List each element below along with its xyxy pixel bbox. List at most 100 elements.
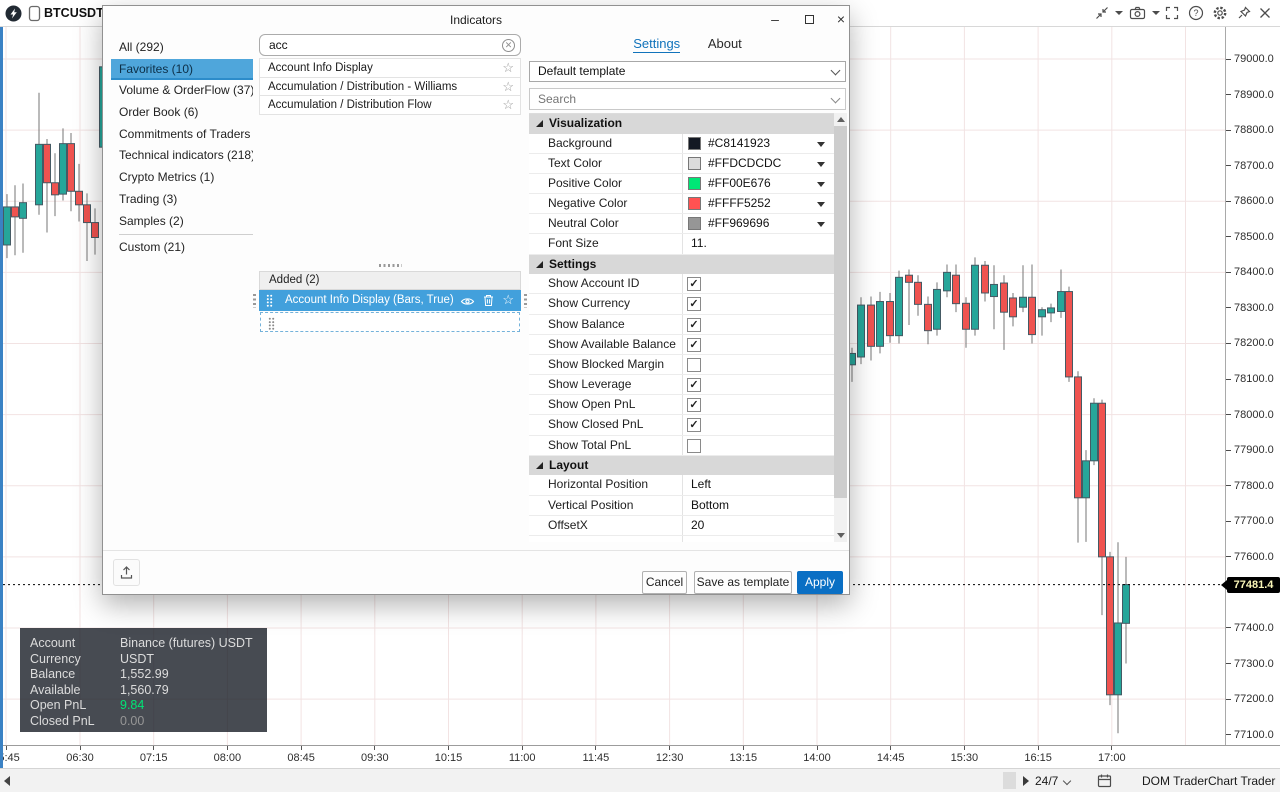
favorite-star-icon[interactable]: ☆	[502, 96, 514, 114]
checkbox[interactable]	[687, 439, 701, 453]
property-value[interactable]: ✓	[683, 415, 834, 434]
gear-icon[interactable]	[1212, 5, 1229, 22]
save-as-template-button[interactable]: Save as template	[694, 571, 792, 594]
dropdown-caret-icon[interactable]	[817, 182, 825, 187]
pin-icon[interactable]	[1236, 5, 1253, 22]
dialog-minimize-button[interactable]: –	[765, 11, 785, 28]
cancel-button[interactable]: Cancel	[642, 571, 687, 594]
property-value[interactable]: ✓	[683, 335, 834, 354]
added-indicator-row[interactable]: Account Info Display (Bars, True) ☆	[259, 290, 521, 311]
dropdown-caret-icon[interactable]	[817, 142, 825, 147]
property-value[interactable]	[683, 355, 834, 374]
favorite-star-icon[interactable]: ☆	[502, 59, 514, 77]
checkbox[interactable]	[687, 358, 701, 372]
checkbox[interactable]: ✓	[687, 277, 701, 291]
session-chevron-icon[interactable]	[1063, 777, 1071, 785]
category-item[interactable]: Custom (21)	[111, 237, 253, 259]
price-axis[interactable]: 79000.078900.078800.078700.078600.078500…	[1225, 27, 1280, 745]
collapse-dropdown-caret[interactable]	[1115, 11, 1123, 15]
scrollbar-down-icon[interactable]	[837, 533, 845, 538]
indicator-result-row[interactable]: Accumulation / Distribution Flow☆	[259, 95, 521, 115]
property-value[interactable]: ✓	[683, 294, 834, 313]
screenshot-dropdown-caret[interactable]	[1152, 11, 1160, 15]
checkbox[interactable]: ✓	[687, 338, 701, 352]
category-item[interactable]: All (292)	[111, 37, 253, 59]
time-axis[interactable]: 05:4506:3007:1508:0008:4509:3010:1511:00…	[0, 745, 1280, 768]
indicator-result-row[interactable]: Accumulation / Distribution - Williams☆	[259, 77, 521, 97]
property-value[interactable]	[683, 436, 834, 455]
splitter-grip-right[interactable]	[524, 294, 527, 308]
splitter-handle[interactable]	[379, 264, 402, 267]
dialog-maximize-button[interactable]	[799, 11, 819, 28]
property-value[interactable]: ✓	[683, 315, 834, 334]
category-item[interactable]: Commitments of Traders (4)	[111, 124, 253, 146]
property-label: Font Size	[529, 234, 683, 253]
indicator-result-row[interactable]: Account Info Display☆	[259, 58, 521, 78]
settings-search-input[interactable]	[529, 88, 846, 110]
close-window-icon[interactable]	[1257, 5, 1274, 22]
template-dropdown[interactable]: Default template	[529, 61, 846, 82]
tab-settings[interactable]: Settings	[633, 36, 680, 53]
section-header[interactable]: Layout	[529, 456, 834, 476]
export-template-button[interactable]	[113, 559, 140, 586]
drag-handle-icon[interactable]	[268, 317, 275, 335]
favorite-star-icon[interactable]: ☆	[502, 290, 514, 310]
screenshot-camera-icon[interactable]	[1129, 5, 1146, 22]
added-indicator-row-empty[interactable]	[260, 312, 520, 332]
section-header[interactable]: Settings	[529, 255, 834, 275]
help-icon[interactable]: ?	[1188, 5, 1205, 22]
symbol-label[interactable]: BTCUSDT	[44, 6, 104, 20]
checkbox[interactable]: ✓	[687, 297, 701, 311]
checkbox[interactable]: ✓	[687, 318, 701, 332]
checkbox[interactable]: ✓	[687, 418, 701, 432]
property-value[interactable]: 20	[683, 516, 834, 535]
category-item[interactable]: Favorites (10)	[111, 59, 253, 81]
category-item[interactable]: Trading (3)	[111, 189, 253, 211]
tab-about[interactable]: About	[708, 36, 742, 51]
instrument-icon[interactable]	[28, 5, 45, 22]
favorite-star-icon[interactable]: ☆	[502, 78, 514, 96]
dropdown-caret-icon[interactable]	[817, 162, 825, 167]
dom-trader-toggle[interactable]: DOM Trader	[1142, 774, 1208, 788]
category-item[interactable]: Order Book (6)	[111, 102, 253, 124]
fullscreen-icon[interactable]	[1164, 5, 1181, 22]
calendar-icon[interactable]	[1097, 773, 1112, 792]
indicator-search-input[interactable]	[259, 34, 521, 56]
category-item[interactable]: Samples (2)	[111, 211, 253, 233]
scroll-left-icon[interactable]	[4, 776, 10, 786]
drag-handle-icon[interactable]	[266, 294, 273, 312]
category-item[interactable]: Technical indicators (218)	[111, 145, 253, 167]
property-value[interactable]: #FF969696	[683, 214, 834, 233]
visibility-eye-icon[interactable]	[460, 294, 475, 312]
category-item[interactable]: Volume & OrderFlow (37)	[111, 80, 253, 102]
horizontal-scrollbar-thumb[interactable]	[1003, 772, 1016, 789]
property-value[interactable]: #FFDCDCDC	[683, 154, 834, 173]
dropdown-caret-icon[interactable]	[817, 222, 825, 227]
property-value[interactable]: 11.	[683, 234, 834, 253]
property-value[interactable]: ✓	[683, 395, 834, 414]
clear-search-icon[interactable]: ✕	[502, 39, 515, 52]
collapse-window-icon[interactable]	[1094, 5, 1111, 22]
scrollbar-thumb[interactable]	[834, 126, 847, 498]
session-selector[interactable]: 24/7	[1035, 774, 1058, 788]
dialog-close-button[interactable]: ×	[831, 11, 851, 28]
checkbox[interactable]: ✓	[687, 378, 701, 392]
dropdown-caret-icon[interactable]	[817, 202, 825, 207]
property-value[interactable]: #C8141923	[683, 134, 834, 153]
checkbox[interactable]: ✓	[687, 398, 701, 412]
property-value[interactable]: Left	[683, 475, 834, 494]
property-grid-scrollbar[interactable]	[834, 113, 847, 542]
scrollbar-up-icon[interactable]	[837, 117, 845, 122]
property-value[interactable]: ✓	[683, 274, 834, 293]
splitter-grip-left[interactable]	[253, 294, 256, 308]
section-header[interactable]: Visualization	[529, 114, 834, 134]
play-icon[interactable]	[1023, 776, 1029, 786]
property-value[interactable]: ✓	[683, 375, 834, 394]
property-value[interactable]: #FFFF5252	[683, 194, 834, 213]
category-item[interactable]: Crypto Metrics (1)	[111, 167, 253, 189]
delete-trash-icon[interactable]	[483, 294, 494, 312]
chart-trader-toggle[interactable]: Chart Trader	[1208, 774, 1275, 788]
property-value[interactable]: #FF00E676	[683, 174, 834, 193]
apply-button[interactable]: Apply	[797, 571, 843, 594]
property-value[interactable]: Bottom	[683, 496, 834, 515]
